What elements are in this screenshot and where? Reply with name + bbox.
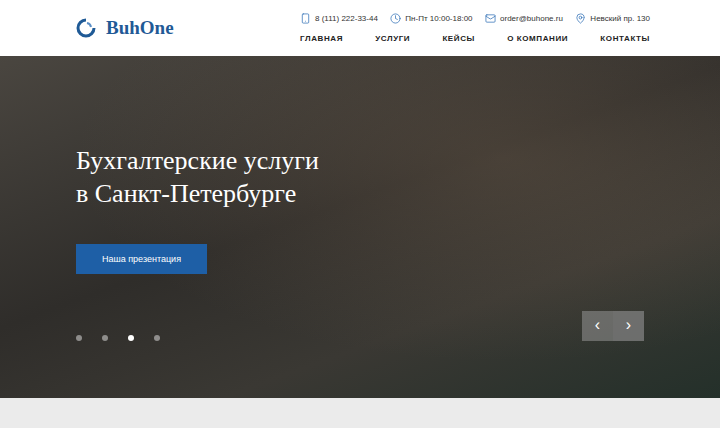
nav-item[interactable]: УСЛУГИ (375, 34, 410, 43)
header: BuhOne 8 (111) 222-33-44 Пн-Пт 10:00-18:00… (0, 0, 720, 56)
slider-dot[interactable] (154, 335, 160, 341)
logo[interactable]: BuhOne (76, 17, 174, 39)
pin-icon (575, 13, 586, 24)
hero-slider: Бухгалтерские услугив Санкт-Петербурге На… (0, 56, 720, 398)
slider-dot[interactable] (76, 335, 82, 341)
slider-arrows: ‹› (582, 311, 644, 341)
contact-item: Невский пр. 130 (575, 13, 650, 24)
nav-item[interactable]: КОНТАКТЫ (600, 34, 650, 43)
contact-text: Невский пр. 130 (590, 14, 650, 23)
mail-icon (485, 13, 496, 24)
clock-icon (390, 13, 401, 24)
contact-item: order@buhone.ru (485, 13, 563, 24)
slider-controls: ‹› (76, 311, 644, 341)
contact-item: 8 (111) 222-33-44 (300, 13, 378, 24)
next-button[interactable]: › (613, 311, 644, 341)
logo-text: BuhOne (106, 17, 174, 39)
nav-item[interactable]: ГЛАВНАЯ (300, 34, 343, 43)
slider-dots (76, 335, 160, 341)
hero-title-line: Бухгалтерские услуги (76, 144, 644, 177)
nav-item[interactable]: О КОМПАНИИ (507, 34, 568, 43)
logo-icon (76, 18, 96, 38)
slider-dot[interactable] (128, 335, 134, 341)
phone-icon (300, 13, 311, 24)
hero-title-line: в Санкт-Петербурге (76, 177, 644, 210)
contact-item: Пн-Пт 10:00-18:00 (390, 13, 472, 24)
contacts-row: 8 (111) 222-33-44 Пн-Пт 10:00-18:00 order@… (300, 13, 650, 24)
prev-button[interactable]: ‹ (582, 311, 613, 341)
next-section (0, 398, 720, 428)
slider-dot[interactable] (102, 335, 108, 341)
nav-item[interactable]: КЕЙСЫ (442, 34, 475, 43)
contact-text: Пн-Пт 10:00-18:00 (405, 14, 472, 23)
contact-text: 8 (111) 222-33-44 (315, 14, 378, 23)
page: BuhOne 8 (111) 222-33-44 Пн-Пт 10:00-18:00… (0, 0, 720, 428)
nav: ГЛАВНАЯ УСЛУГИ КЕЙСЫ О КОМПАНИИ КОНТАКТЫ (300, 34, 650, 43)
hero-title: Бухгалтерские услугив Санкт-Петербурге (76, 144, 644, 210)
presentation-button[interactable]: Наша презентация (76, 244, 207, 274)
header-right: 8 (111) 222-33-44 Пн-Пт 10:00-18:00 order@… (300, 13, 650, 43)
contact-text: order@buhone.ru (500, 14, 563, 23)
